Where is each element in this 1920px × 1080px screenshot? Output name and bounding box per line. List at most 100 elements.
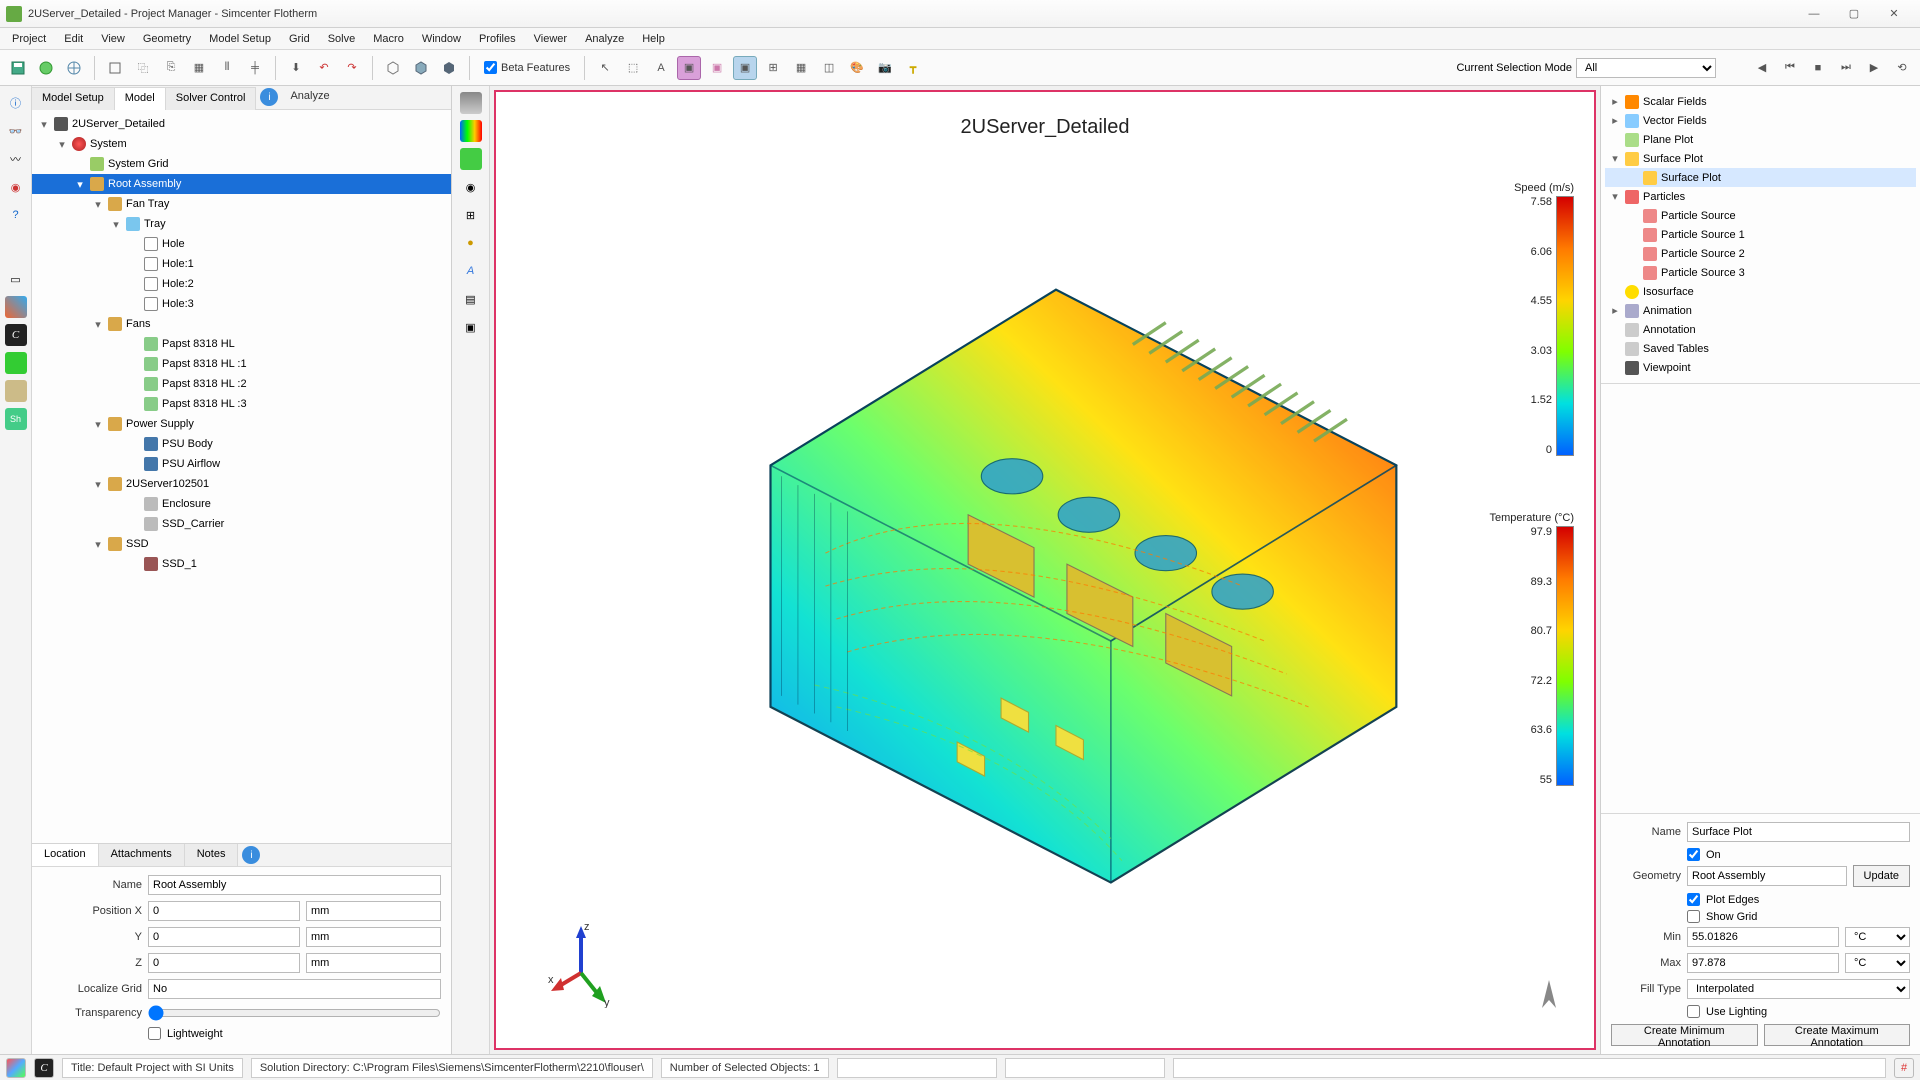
redo-icon[interactable]: ↷	[340, 56, 364, 80]
tree-psu-airflow[interactable]: PSU Airflow	[32, 454, 451, 474]
tree-tray[interactable]: ▾Tray	[32, 214, 451, 234]
transparency-slider[interactable]	[148, 1005, 441, 1021]
undo-icon[interactable]: ↶	[312, 56, 336, 80]
tab-attachments[interactable]: Attachments	[99, 844, 185, 866]
pointer-icon[interactable]: ↖	[593, 56, 617, 80]
tree-fan3[interactable]: Papst 8318 HL :3	[32, 394, 451, 414]
tree-hole2[interactable]: Hole:2	[32, 274, 451, 294]
tree-root-assembly[interactable]: ▾Root Assembly	[32, 174, 451, 194]
palette-icon[interactable]: 🎨	[845, 56, 869, 80]
vp-layers-icon[interactable]: ▤	[460, 288, 482, 310]
model-tree[interactable]: ▾2UServer_Detailed ▾System System Grid ▾…	[32, 110, 451, 843]
rp-edges-checkbox[interactable]	[1687, 893, 1700, 906]
status-grid-icon[interactable]: #	[1894, 1058, 1914, 1078]
tree-psu-body[interactable]: PSU Body	[32, 434, 451, 454]
tab-notes[interactable]: Notes	[185, 844, 239, 866]
analyze-label[interactable]: Analyze	[282, 86, 337, 109]
prev-icon[interactable]: ◀	[1750, 56, 1774, 80]
tree-hole3[interactable]: Hole:3	[32, 294, 451, 314]
run-icon[interactable]	[34, 56, 58, 80]
axis-gizmo[interactable]: z x y	[546, 918, 616, 1008]
rt-ps1[interactable]: Particle Source 1	[1605, 225, 1916, 244]
vp-rainbow-icon[interactable]	[460, 120, 482, 142]
select-rect-icon[interactable]: ⬚	[621, 56, 645, 80]
tree-ssd-carrier[interactable]: SSD_Carrier	[32, 514, 451, 534]
grid4-icon[interactable]: ⊞	[761, 56, 785, 80]
viewport[interactable]: 2UServer_Detailed	[494, 90, 1596, 1050]
results-tree[interactable]: ▸Scalar Fields ▸Vector Fields Plane Plot…	[1601, 86, 1920, 384]
clone-icon[interactable]: ⿻	[131, 56, 155, 80]
help-icon[interactable]: ?	[5, 204, 27, 226]
tab-model-setup[interactable]: Model Setup	[32, 87, 115, 110]
localize-field[interactable]	[148, 979, 441, 999]
posy-unit[interactable]	[306, 927, 441, 947]
tree-ssd1[interactable]: SSD_1	[32, 554, 451, 574]
stop-icon[interactable]: ■	[1806, 56, 1830, 80]
posz-field[interactable]	[148, 953, 300, 973]
menu-window[interactable]: Window	[414, 31, 469, 47]
play-icon[interactable]: ▶	[1862, 56, 1886, 80]
rp-min-unit[interactable]: °C	[1845, 927, 1910, 947]
tree-hole1[interactable]: Hole:1	[32, 254, 451, 274]
lightweight-checkbox[interactable]	[148, 1027, 161, 1040]
menu-profiles[interactable]: Profiles	[471, 31, 524, 47]
rp-grid-checkbox[interactable]	[1687, 910, 1700, 923]
save-icon[interactable]	[6, 56, 30, 80]
vp-grid-icon[interactable]: ⊞	[460, 204, 482, 226]
status-cc-icon[interactable]: C	[34, 1058, 54, 1078]
tree-fan0[interactable]: Papst 8318 HL	[32, 334, 451, 354]
face-front-icon[interactable]: ▣	[677, 56, 701, 80]
posx-unit[interactable]	[306, 901, 441, 921]
rp-lighting-checkbox[interactable]	[1687, 1005, 1700, 1018]
tree-fan1[interactable]: Papst 8318 HL :1	[32, 354, 451, 374]
tree-server[interactable]: ▾2UServer102501	[32, 474, 451, 494]
rp-on-checkbox[interactable]	[1687, 848, 1700, 861]
last-icon[interactable]: ⏭	[1834, 56, 1858, 80]
rt-anim[interactable]: ▸Animation	[1605, 301, 1916, 320]
copy-icon[interactable]: ⎘	[159, 56, 183, 80]
menu-model-setup[interactable]: Model Setup	[201, 31, 279, 47]
tree-fan-tray[interactable]: ▾Fan Tray	[32, 194, 451, 214]
rt-vector[interactable]: ▸Vector Fields	[1605, 111, 1916, 130]
cylinder-icon[interactable]: ◉	[5, 176, 27, 198]
rt-view[interactable]: Viewpoint	[1605, 358, 1916, 377]
rt-scalar[interactable]: ▸Scalar Fields	[1605, 92, 1916, 111]
create-max-annot-button[interactable]: Create Maximum Annotation	[1764, 1024, 1911, 1046]
vp-camera2-icon[interactable]: ▣	[460, 316, 482, 338]
menu-macro[interactable]: Macro	[365, 31, 412, 47]
prop-help-icon[interactable]: i	[242, 846, 260, 864]
rp-name-field[interactable]	[1687, 822, 1910, 842]
posx-field[interactable]	[148, 901, 300, 921]
panel-help-icon[interactable]: i	[260, 88, 278, 106]
menu-edit[interactable]: Edit	[56, 31, 91, 47]
sh-icon[interactable]: Sh	[5, 408, 27, 430]
tree-hole[interactable]: Hole	[32, 234, 451, 254]
rt-ps2[interactable]: Particle Source 2	[1605, 244, 1916, 263]
beta-features-toggle[interactable]: Beta Features	[478, 61, 576, 74]
first-icon[interactable]: ⏮	[1778, 56, 1802, 80]
rp-max-field[interactable]	[1687, 953, 1839, 973]
ruler-icon[interactable]: ┳	[901, 56, 925, 80]
glasses-icon[interactable]: 👓	[5, 120, 27, 142]
menu-viewer[interactable]: Viewer	[526, 31, 575, 47]
menu-view[interactable]: View	[93, 31, 133, 47]
status-cube-icon[interactable]	[6, 1058, 26, 1078]
cc-icon[interactable]: C	[5, 324, 27, 346]
square-tan-icon[interactable]	[5, 380, 27, 402]
mesh-icon[interactable]: ╪	[243, 56, 267, 80]
note-icon[interactable]: ▭	[5, 268, 27, 290]
rt-saved[interactable]: Saved Tables	[1605, 339, 1916, 358]
camera-icon[interactable]: 📷	[873, 56, 897, 80]
tree-ssd[interactable]: ▾SSD	[32, 534, 451, 554]
vp-shade-icon[interactable]	[460, 92, 482, 114]
tree-enclosure[interactable]: Enclosure	[32, 494, 451, 514]
tree-system-grid[interactable]: System Grid	[32, 154, 451, 174]
rt-ps3[interactable]: Particle Source 3	[1605, 263, 1916, 282]
rt-annot[interactable]: Annotation	[1605, 320, 1916, 339]
menu-project[interactable]: Project	[4, 31, 54, 47]
face-side-icon[interactable]: ▣	[705, 56, 729, 80]
vp-text-icon[interactable]: A	[460, 260, 482, 282]
selection-mode-select[interactable]: All	[1576, 58, 1716, 78]
rp-geom-field[interactable]	[1687, 866, 1847, 886]
rt-surface[interactable]: ▾Surface Plot	[1605, 149, 1916, 168]
